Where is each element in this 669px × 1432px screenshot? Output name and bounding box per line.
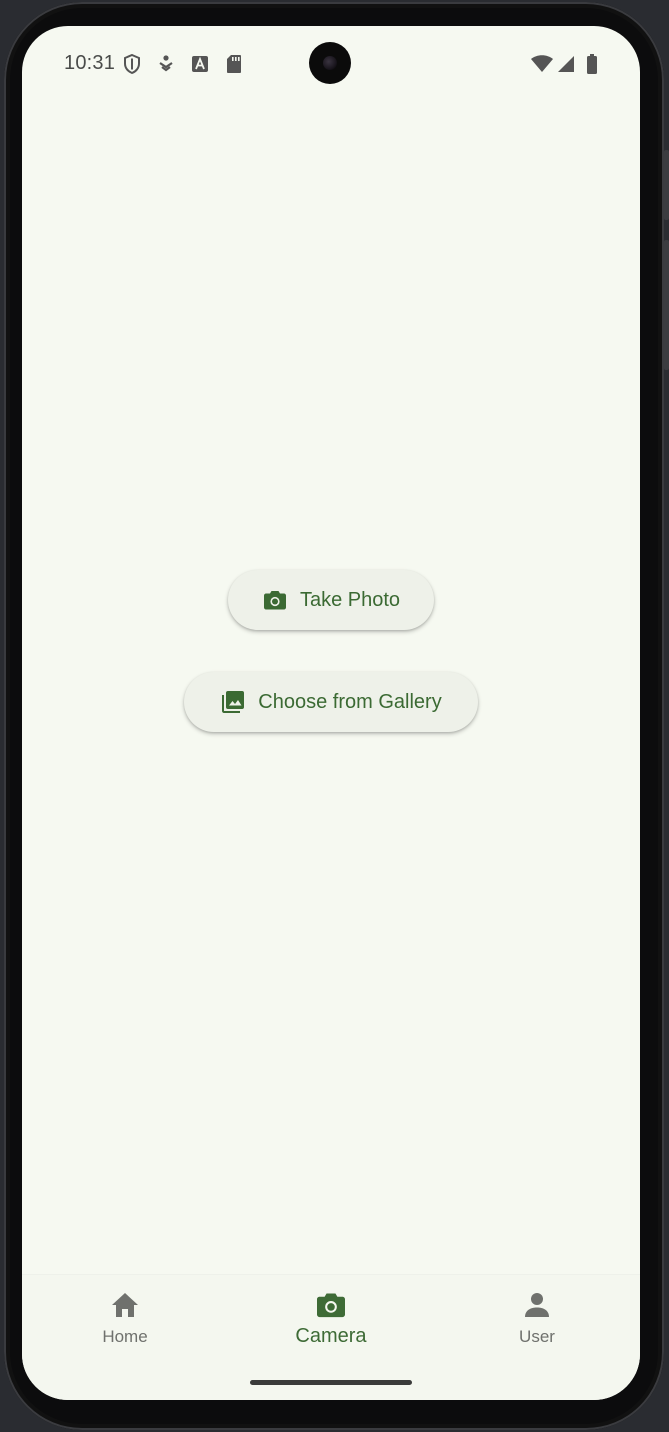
choose-from-gallery-button[interactable]: Choose from Gallery: [184, 672, 478, 732]
device: 10:31 Take Photo Choose from Gallery Hom…: [0, 0, 669, 1432]
status-time: 10:31: [64, 52, 116, 74]
battery-icon: [582, 54, 602, 74]
font-a-icon: [190, 54, 210, 74]
cellular-signal-icon: [556, 54, 576, 74]
camera-icon: [262, 587, 288, 613]
nav-label-home: Home: [102, 1327, 148, 1346]
screen: 10:31 Take Photo Choose from Gallery Hom…: [22, 26, 640, 1400]
camera-icon: [315, 1289, 347, 1321]
nav-label-camera: Camera: [295, 1325, 367, 1347]
power-button: [664, 240, 669, 370]
nfc-pay-icon: [156, 54, 176, 74]
nav-item-home[interactable]: Home: [22, 1275, 228, 1375]
nav-item-camera[interactable]: Camera: [228, 1275, 434, 1375]
status-bar: 10:31: [22, 26, 640, 102]
nav-label-user: User: [519, 1327, 555, 1346]
home-icon: [109, 1289, 141, 1321]
take-photo-button[interactable]: Take Photo: [228, 570, 434, 630]
take-photo-label: Take Photo: [299, 588, 401, 611]
sd-card-icon: [224, 54, 244, 74]
choose-from-gallery-label: Choose from Gallery: [258, 690, 442, 713]
home-indicator[interactable]: [250, 1380, 412, 1385]
wifi-icon: [530, 54, 554, 74]
nav-item-user[interactable]: User: [434, 1275, 640, 1375]
photo-library-icon: [220, 689, 246, 715]
person-icon: [521, 1289, 553, 1321]
front-camera: [309, 42, 351, 84]
shield-icon: [122, 54, 142, 74]
volume-button: [664, 150, 669, 220]
